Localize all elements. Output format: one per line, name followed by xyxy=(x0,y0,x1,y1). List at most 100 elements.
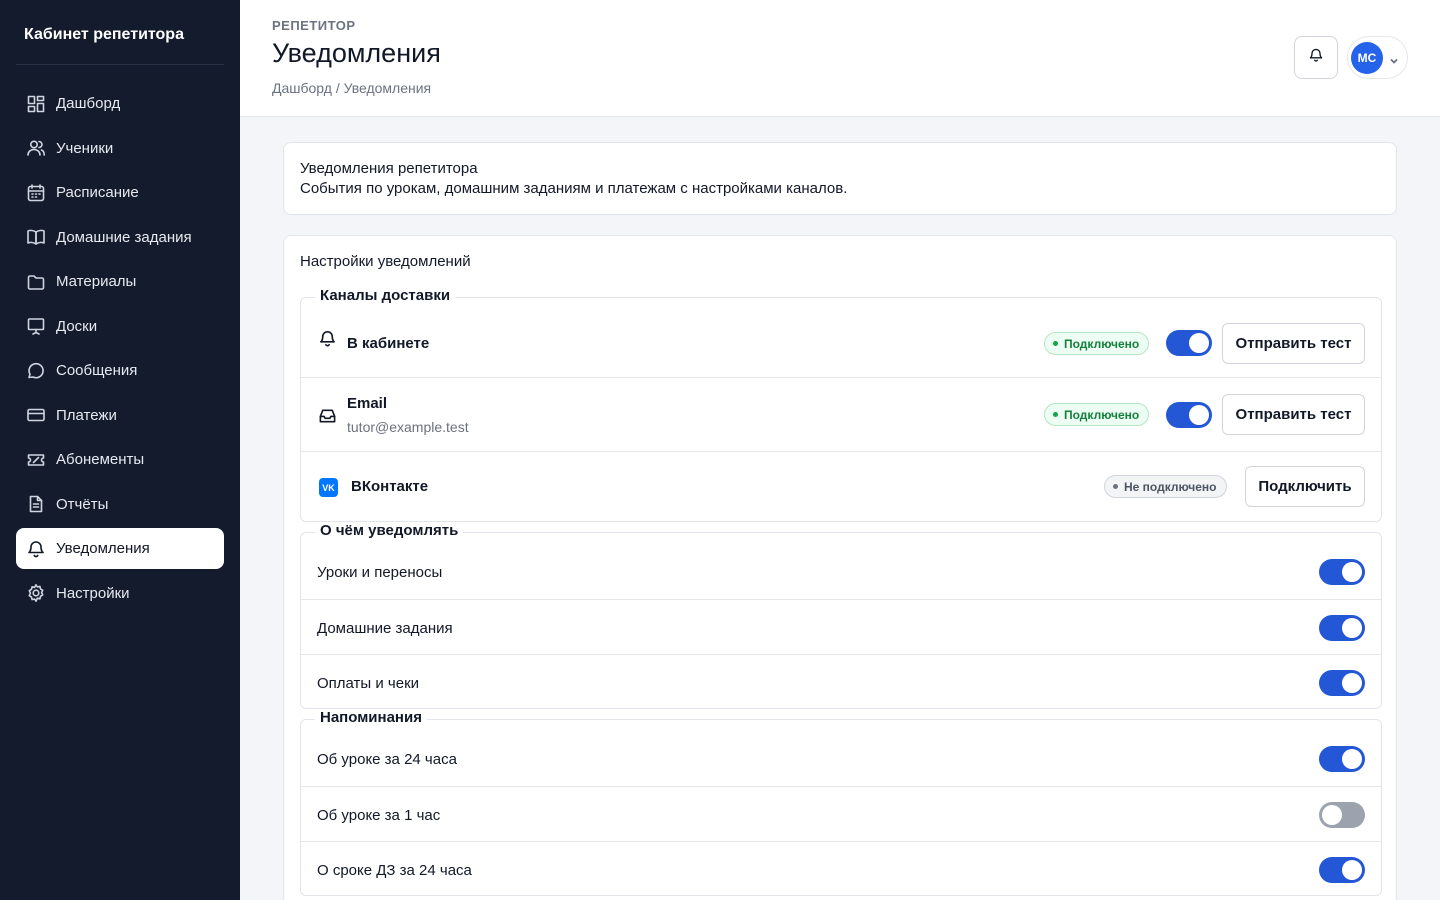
info-description: События по урокам, домашним заданиям и п… xyxy=(300,180,848,197)
reminder-toggle-homework-24h[interactable] xyxy=(1319,857,1365,883)
inbox-icon xyxy=(317,405,337,425)
sidebar: Кабинет репетитора Дашборд Ученики Распи… xyxy=(0,0,240,900)
send-test-button[interactable]: Отправить тест xyxy=(1222,394,1365,435)
sidebar-item-label: Отчёты xyxy=(56,495,109,513)
reminder-label: О сроке ДЗ за 24 часа xyxy=(317,862,472,879)
toggle-knob xyxy=(1342,749,1362,769)
sidebar-item-label: Ученики xyxy=(56,139,114,157)
reminders-group: Напоминания Об уроке за 24 часа Об уроке… xyxy=(300,709,1382,896)
sidebar-item-label: Платежи xyxy=(56,406,117,424)
reminder-label: Об уроке за 1 час xyxy=(317,807,441,824)
topic-toggle-payments[interactable] xyxy=(1319,670,1365,696)
channel-label: В кабинете xyxy=(347,335,430,352)
channel-label: Email xyxy=(347,395,388,412)
sidebar-item-materials[interactable]: Материалы xyxy=(16,261,224,302)
breadcrumb[interactable]: Дашборд / Уведомления xyxy=(272,80,431,96)
sidebar-nav: Дашборд Ученики Расписание Домашние зада… xyxy=(16,83,224,617)
reminder-row: Об уроке за 24 часа xyxy=(301,720,1381,786)
sidebar-item-messages[interactable]: Сообщения xyxy=(16,350,224,391)
info-title: Уведомления репетитора xyxy=(300,160,478,177)
info-card: Уведомления репетитора События по урокам… xyxy=(283,142,1397,215)
ticket-icon xyxy=(26,450,46,470)
channel-row-vk: VK ВКонтакте Не подключено Подключить xyxy=(301,451,1381,521)
reminder-toggle-lesson-1h[interactable] xyxy=(1319,802,1365,828)
status-badge: Подключено xyxy=(1044,403,1150,426)
sidebar-item-label: Настройки xyxy=(56,584,130,602)
sidebar-item-label: Дашборд xyxy=(56,95,121,112)
topic-label: Уроки и переносы xyxy=(317,564,443,581)
toggle-knob xyxy=(1342,673,1362,693)
page-eyebrow: РЕПЕТИТОР xyxy=(272,18,356,33)
sidebar-item-students[interactable]: Ученики xyxy=(16,128,224,169)
notification-settings-card: Настройки уведомлений Каналы доставки В … xyxy=(283,235,1397,900)
sidebar-item-label: Домашние задания xyxy=(56,228,192,246)
page-title: Уведомления xyxy=(272,38,441,68)
sidebar-item-boards[interactable]: Доски xyxy=(16,306,224,347)
card-icon xyxy=(26,405,46,425)
topic-row: Оплаты и чеки xyxy=(301,654,1381,709)
topic-label: Домашние задания xyxy=(317,620,453,637)
status-badge-label: Не подключено xyxy=(1124,479,1217,494)
toggle-knob xyxy=(1189,405,1209,425)
settings-title: Настройки уведомлений xyxy=(300,253,471,270)
grid-icon xyxy=(26,94,46,114)
sidebar-item-notifications[interactable]: Уведомления xyxy=(16,528,224,569)
user-menu-button[interactable]: МС xyxy=(1347,36,1408,79)
book-icon xyxy=(26,227,46,247)
bell-icon xyxy=(26,539,46,559)
users-icon xyxy=(26,138,46,158)
notifications-button[interactable] xyxy=(1294,36,1338,79)
bell-icon xyxy=(1308,47,1324,68)
status-badge: Не подключено xyxy=(1104,475,1227,498)
status-dot xyxy=(1053,412,1058,417)
status-dot xyxy=(1053,341,1058,346)
channel-toggle-cabinet[interactable] xyxy=(1166,330,1212,356)
sidebar-item-label: Сообщения xyxy=(56,362,138,379)
reminder-row: Об уроке за 1 час xyxy=(301,786,1381,841)
reminder-label: Об уроке за 24 часа xyxy=(317,751,457,768)
bell-icon xyxy=(317,328,337,348)
topic-toggle-lessons[interactable] xyxy=(1319,559,1365,585)
whiteboard-icon xyxy=(26,316,46,336)
status-dot xyxy=(1113,484,1118,489)
reminder-row: О сроке ДЗ за 24 часа xyxy=(301,841,1381,896)
topic-row: Уроки и переносы xyxy=(301,533,1381,599)
sidebar-item-subscriptions[interactable]: Абонементы xyxy=(16,439,224,480)
channel-row-email: Email tutor@example.test Подключено Отпр… xyxy=(301,377,1381,451)
sidebar-item-payments[interactable]: Платежи xyxy=(16,395,224,436)
topic-label: Оплаты и чеки xyxy=(317,675,420,692)
sidebar-item-settings[interactable]: Настройки xyxy=(16,573,224,614)
sidebar-item-schedule[interactable]: Расписание xyxy=(16,172,224,213)
status-badge-label: Подключено xyxy=(1064,407,1140,422)
channel-email-address: tutor@example.test xyxy=(347,419,469,435)
topics-group: О чём уведомлять Уроки и переносы Домашн… xyxy=(300,522,1382,709)
channel-row-cabinet: В кабинете Подключено Отправить тест xyxy=(301,298,1381,377)
report-icon xyxy=(26,494,46,514)
topic-toggle-homework[interactable] xyxy=(1319,615,1365,641)
avatar: МС xyxy=(1351,41,1383,74)
sidebar-item-label: Уведомления xyxy=(56,540,150,557)
status-badge: Подключено xyxy=(1044,332,1150,355)
sidebar-item-reports[interactable]: Отчёты xyxy=(16,484,224,525)
sidebar-item-dashboard[interactable]: Дашборд xyxy=(16,83,224,124)
toggle-knob xyxy=(1189,333,1209,353)
page-header: РЕПЕТИТОР Уведомления Дашборд / Уведомле… xyxy=(240,0,1440,117)
topic-row: Домашние задания xyxy=(301,599,1381,654)
sidebar-item-label: Материалы xyxy=(56,273,137,290)
status-badge-label: Подключено xyxy=(1064,336,1140,351)
sidebar-item-label: Абонементы xyxy=(56,451,145,468)
toggle-knob xyxy=(1342,562,1362,582)
sidebar-item-label: Расписание xyxy=(56,184,139,201)
send-test-button[interactable]: Отправить тест xyxy=(1222,323,1365,364)
channel-toggle-email[interactable] xyxy=(1166,402,1212,428)
sidebar-item-homework[interactable]: Домашние задания xyxy=(16,217,224,258)
connect-button[interactable]: Подключить xyxy=(1245,466,1365,507)
channels-group: Каналы доставки В кабинете Подключено От… xyxy=(300,287,1382,522)
message-icon xyxy=(26,361,46,381)
chevron-down-icon xyxy=(1389,53,1399,64)
gear-icon xyxy=(26,583,46,603)
toggle-knob xyxy=(1342,860,1362,880)
reminder-toggle-lesson-24h[interactable] xyxy=(1319,746,1365,772)
vk-logo-icon: VK xyxy=(319,478,338,497)
brand-title: Кабинет репетитора xyxy=(24,26,184,43)
